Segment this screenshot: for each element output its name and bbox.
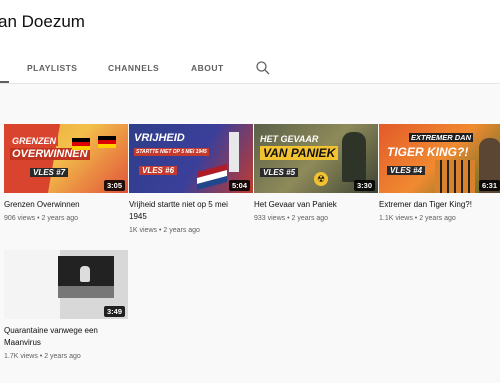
video-meta: 1.1K views • 2 years ago: [379, 215, 456, 222]
video-duration: 3:05: [103, 180, 125, 191]
video-title-line2: Maanvirus: [4, 338, 41, 347]
flag-graphic: [197, 163, 227, 191]
video-title-line2: 1945: [129, 212, 147, 221]
thumbnail-line2: TIGER KING?!: [387, 145, 469, 159]
active-tab-indicator: [0, 81, 9, 83]
view-count: 1K views: [129, 227, 158, 234]
video-title[interactable]: Het Gevaar van Paniek: [254, 199, 378, 211]
video-meta: 1K views • 2 years ago: [129, 227, 200, 234]
video-duration: 6:31: [478, 180, 500, 191]
video-duration: 3:30: [353, 180, 375, 191]
video-card[interactable]: VRIJHEID STARTTE NIET OP 5 MEI 1945 VLES…: [129, 124, 253, 234]
video-thumbnail[interactable]: GRENZEN OVERWINNEN VLES #7 3:05: [4, 124, 128, 193]
view-count: 906 views: [4, 215, 36, 222]
thumbnail-line1: HET GEVAAR: [260, 134, 319, 144]
tab-about[interactable]: ABOUT: [191, 63, 224, 73]
thumbnail-line1: EXTREMER DAN: [409, 133, 474, 142]
moon-photo-graphic: [58, 256, 114, 298]
upload-age: 2 years ago: [291, 215, 329, 222]
flag-graphic: [98, 136, 116, 148]
upload-age: 2 years ago: [44, 353, 81, 360]
search-icon[interactable]: [255, 60, 271, 76]
thumbnail-line2: VAN PANIEK: [260, 146, 339, 160]
video-title[interactable]: Grenzen Overwinnen: [4, 199, 128, 211]
video-card[interactable]: HET GEVAAR VAN PANIEK VLES #5 ☢ 3:30 Het…: [254, 124, 378, 222]
video-duration: 3:49: [103, 306, 125, 317]
view-count: 1.1K views: [379, 215, 413, 222]
thumbnail-tag: VLES #6: [139, 166, 178, 175]
video-meta: 933 views • 2 years ago: [254, 215, 329, 222]
video-thumbnail[interactable]: EXTREMER DAN TIGER KING?! VLES #4 6:31: [379, 124, 500, 193]
video-thumbnail[interactable]: 3:49: [4, 250, 128, 319]
channel-tabs: PLAYLISTS CHANNELS ABOUT: [0, 52, 500, 83]
video-title[interactable]: Vrijheid startte niet op 5 mei 1945: [129, 199, 253, 223]
channel-header: an Doezum PLAYLISTS CHANNELS ABOUT: [0, 0, 500, 84]
thumbnail-line1: GRENZEN: [10, 136, 59, 146]
video-card[interactable]: EXTREMER DAN TIGER KING?! VLES #4 6:31 E…: [379, 124, 500, 222]
flag-graphic: [72, 138, 90, 150]
video-meta: 906 views • 2 years ago: [4, 215, 79, 222]
tiger-graphic: [435, 160, 475, 193]
upload-age: 2 years ago: [41, 215, 79, 222]
video-meta: 1.7K views • 2 years ago: [4, 353, 81, 360]
lighthouse-graphic: [229, 132, 239, 172]
video-title[interactable]: Quarantaine vanwege een Maanvirus: [4, 325, 128, 349]
channel-name: an Doezum: [0, 12, 85, 31]
thumbnail-tag: VLES #4: [387, 166, 426, 175]
video-card[interactable]: GRENZEN OVERWINNEN VLES #7 3:05 Grenzen …: [4, 124, 128, 222]
video-title-line1: Vrijheid startte niet op 5 mei: [129, 200, 228, 209]
video-thumbnail[interactable]: HET GEVAAR VAN PANIEK VLES #5 ☢ 3:30: [254, 124, 378, 193]
radiation-icon: ☢: [314, 172, 328, 186]
view-count: 1.7K views: [4, 353, 38, 360]
tab-playlists[interactable]: PLAYLISTS: [27, 63, 77, 73]
hazmat-figure-graphic: [342, 132, 366, 182]
thumbnail-line2: STARTTE NIET OP 5 MEI 1945: [134, 148, 209, 156]
video-title-line1: Quarantaine vanwege een: [4, 326, 98, 335]
upload-age: 2 years ago: [419, 215, 456, 222]
video-card[interactable]: 3:49 Quarantaine vanwege een Maanvirus 1.…: [4, 250, 128, 360]
video-title[interactable]: Extremer dan Tiger King?!: [379, 199, 500, 211]
video-thumbnail[interactable]: VRIJHEID STARTTE NIET OP 5 MEI 1945 VLES…: [129, 124, 253, 193]
thumbnail-line1: VRIJHEID: [134, 132, 185, 144]
tab-channels[interactable]: CHANNELS: [108, 63, 159, 73]
video-duration: 5:04: [228, 180, 250, 191]
upload-age: 2 years ago: [163, 227, 200, 234]
thumbnail-tag: VLES #5: [260, 168, 299, 177]
thumbnail-tag: VLES #7: [30, 168, 69, 177]
view-count: 933 views: [254, 215, 286, 222]
